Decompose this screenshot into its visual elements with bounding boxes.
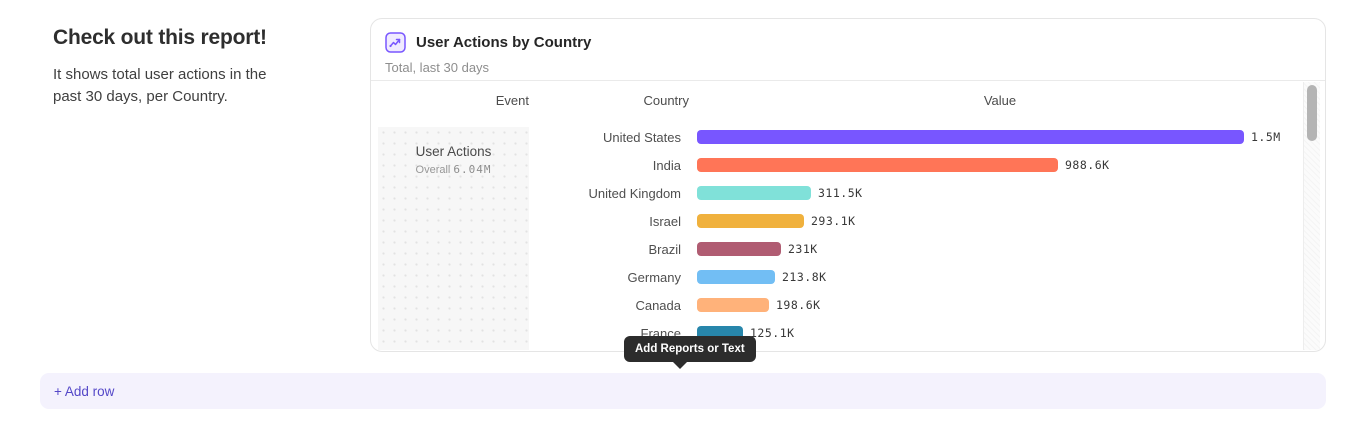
- chart-rows: United States 1.5M India 988.6K United Kingd…: [371, 123, 1303, 347]
- country-label: Brazil: [371, 242, 681, 257]
- bar-segment[interactable]: [697, 298, 769, 312]
- intro-body: It shows total user actions in the past …: [53, 64, 291, 108]
- value-label: 293.1K: [811, 214, 856, 228]
- country-label: United States: [371, 130, 681, 145]
- tooltip-arrow-down-icon: [673, 362, 687, 369]
- chart-row: India 988.6K: [371, 151, 1303, 179]
- bar-segment[interactable]: [697, 214, 804, 228]
- value-label: 198.6K: [776, 298, 821, 312]
- add-reports-tooltip: Add Reports or Text: [624, 336, 756, 362]
- country-label: Israel: [371, 214, 681, 229]
- value-label: 125.1K: [750, 326, 795, 340]
- insights-chart-icon: [385, 32, 406, 53]
- chart-row: France125.1K: [371, 319, 1303, 347]
- country-label: India: [371, 158, 681, 173]
- add-row-button[interactable]: + Add row: [40, 373, 1326, 409]
- vertical-scrollbar-track[interactable]: [1303, 82, 1320, 350]
- value-label: 988.6K: [1065, 158, 1110, 172]
- country-label: Germany: [371, 270, 681, 285]
- value-label: 213.8K: [782, 270, 827, 284]
- intro-text-block: Check out this report! It shows total us…: [53, 26, 303, 108]
- report-title: User Actions by Country: [416, 34, 591, 51]
- chart-row: Israel 293.1K: [371, 207, 1303, 235]
- column-header-country: Country: [529, 93, 689, 108]
- tooltip-label: Add Reports or Text: [635, 343, 745, 355]
- column-header-event: Event: [378, 93, 529, 108]
- report-card[interactable]: User Actions by Country Total, last 30 d…: [370, 18, 1326, 352]
- column-header-value: Value: [697, 93, 1303, 108]
- country-label: Canada: [371, 298, 681, 313]
- value-label: 231K: [788, 242, 818, 256]
- value-label: 1.5M: [1251, 130, 1281, 144]
- value-label: 311.5K: [818, 186, 863, 200]
- chart-row: United Kingdom 311.5K: [371, 179, 1303, 207]
- country-label: United Kingdom: [371, 186, 681, 201]
- report-card-header: User Actions by Country Total, last 30 d…: [371, 19, 1325, 81]
- bar-segment[interactable]: [697, 242, 781, 256]
- report-subtitle: Total, last 30 days: [385, 60, 489, 75]
- add-row-label: + Add row: [54, 384, 114, 399]
- intro-heading: Check out this report!: [53, 26, 303, 50]
- bar-segment[interactable]: [697, 270, 775, 284]
- bar-segment[interactable]: [697, 130, 1244, 144]
- bar-segment[interactable]: [697, 186, 811, 200]
- chart-row: Germany 213.8K: [371, 263, 1303, 291]
- chart-row: Brazil 231K: [371, 235, 1303, 263]
- chart-row: United States 1.5M: [371, 123, 1303, 151]
- vertical-scrollbar-thumb[interactable]: [1307, 85, 1317, 141]
- chart-row: Canada 198.6K: [371, 291, 1303, 319]
- bar-segment[interactable]: [697, 158, 1058, 172]
